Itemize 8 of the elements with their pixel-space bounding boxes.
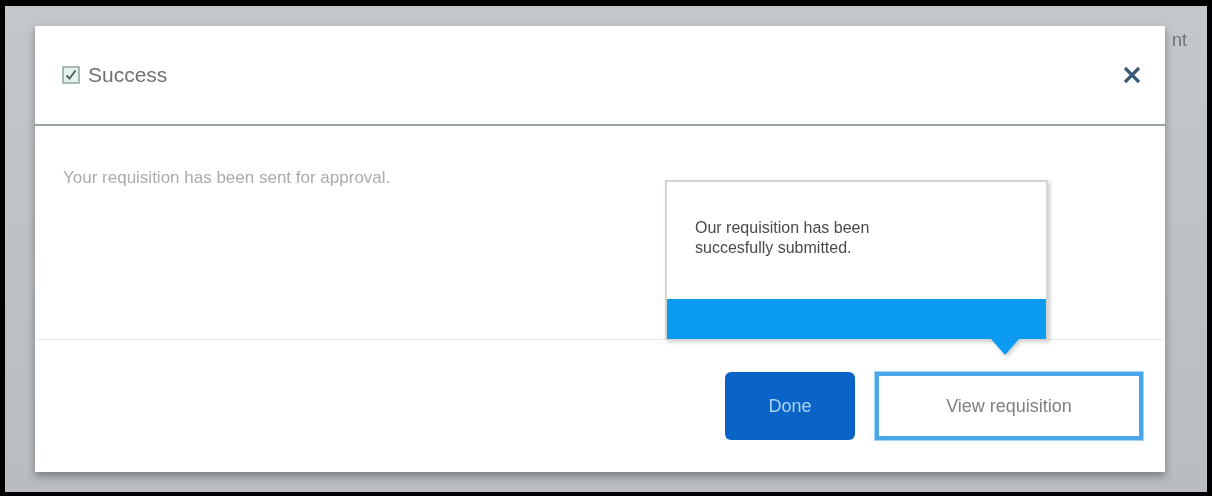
dialog-message: Your requisition has been sent for approval. [63, 168, 391, 187]
tooltip-text: Our requisition has been succesfully submitted. [695, 218, 871, 258]
close-icon[interactable] [1123, 66, 1141, 84]
view-button[interactable]: View requisition [875, 372, 1143, 440]
background-text: nt [1172, 30, 1187, 50]
done-button[interactable]: Done [725, 372, 855, 440]
checkbox-check-icon [62, 66, 80, 84]
dialog-title: Success [88, 63, 168, 87]
